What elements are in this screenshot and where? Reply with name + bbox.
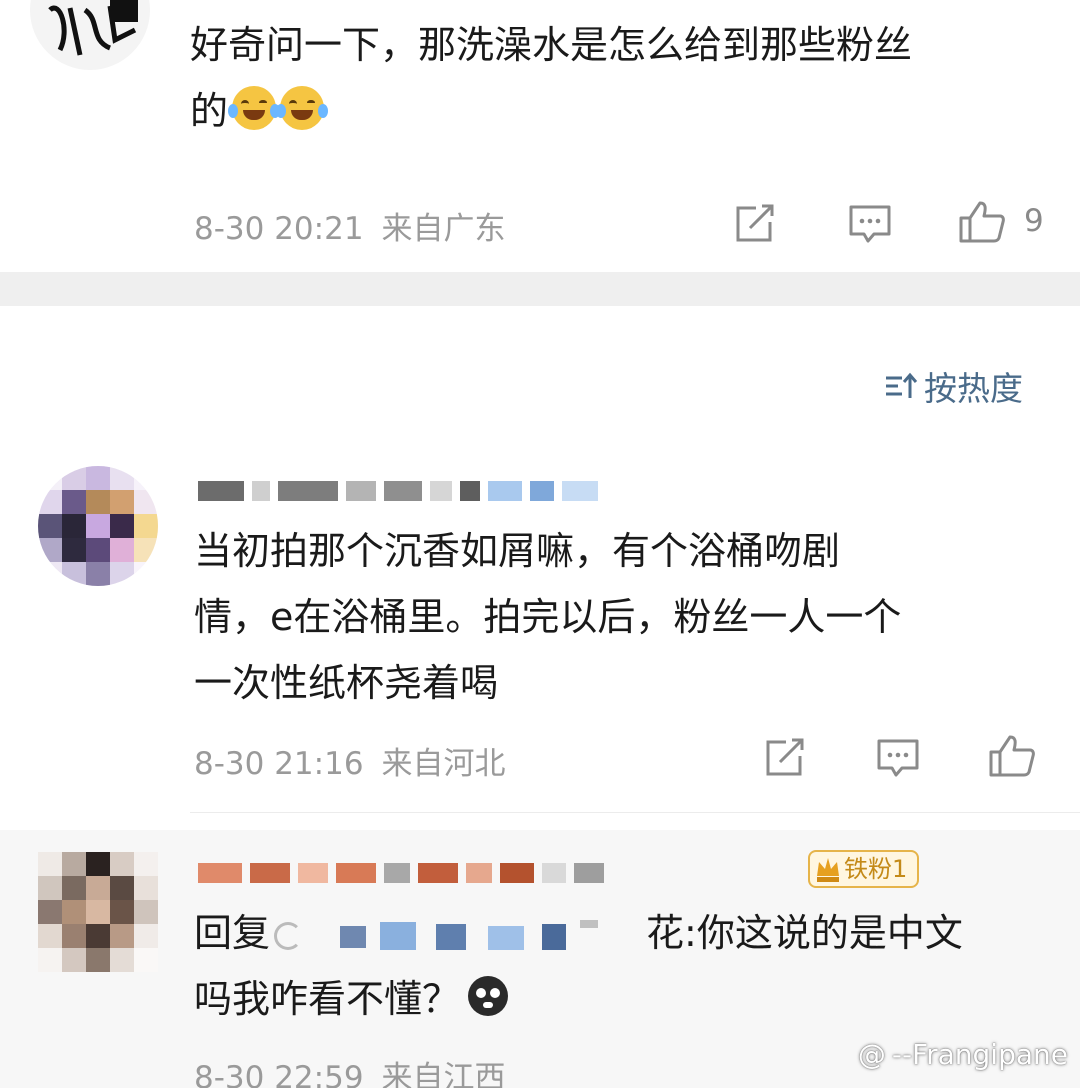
thumbs-up-icon [989,735,1035,777]
sort-toggle[interactable]: 按热度 [884,362,1023,410]
comment-button[interactable] [848,204,892,244]
sort-icon [884,369,918,408]
avatar[interactable] [38,466,158,586]
thumbs-up-icon [959,201,1005,243]
comment-meta: 8-30 20:21 来自广东 [194,203,506,248]
pixelated-avatar-image [38,852,158,972]
comment-line: 回复 花:你这说的是中文 [194,911,963,955]
comment-text: 好奇问一下，那洗澡水是怎么给到那些粉丝 的 [190,12,1050,144]
avatar-calligraphy-icon [40,0,140,60]
avatar[interactable] [38,852,158,972]
avatar[interactable] [30,0,150,70]
fan-level-badge: 铁粉1 [808,850,920,888]
comment-icon [877,739,919,777]
comment-line: 的 [190,78,1050,144]
comment-button[interactable] [876,738,920,778]
like-button[interactable] [958,200,1006,244]
comment-text: 当初拍那个沉香如屑嘛，有个浴桶吻剧 情，e在浴桶里。拍完以后，粉丝一人一个 一次… [194,518,1054,716]
comment-icon [849,205,891,243]
crown-icon [814,854,842,884]
section-divider [0,272,1080,306]
laugh-cry-emoji-icon [228,86,281,130]
timestamp: 8-30 20:21 [194,211,364,247]
comment-divider [190,812,1080,813]
timestamp: 8-30 21:16 [194,746,364,782]
comment-line: 一次性纸杯尧着喝 [194,661,499,705]
share-icon [766,738,804,776]
comment-line: 情，e在浴桶里。拍完以后，粉丝一人一个 [194,595,902,639]
crying-face-emoji-icon [468,976,509,1016]
comment-text: 回复 花:你这说的是中文 吗我咋看不懂？ [194,900,1054,1032]
laugh-cry-emoji-icon [276,86,329,130]
username-redacted[interactable] [198,862,612,886]
comment-line: 当初拍那个沉香如屑嘛，有个浴桶吻剧 [194,529,841,573]
reply-prefix: 回复 [194,911,271,955]
reply-target-tail[interactable]: 花 [646,911,684,955]
reply-target-redacted[interactable] [270,912,646,952]
comment-card-1: 好奇问一下，那洗澡水是怎么给到那些粉丝 的 8-30 20:21 来自广东 9 [0,0,1080,272]
pixelated-avatar-image [38,466,158,586]
watermark: @ --Frangipane [857,1038,1068,1071]
location: 来自河北 [381,746,506,782]
share-button[interactable] [734,204,776,244]
timestamp: 8-30 22:59 [194,1060,364,1088]
share-icon [736,204,774,242]
comment-line: 吗我咋看不懂？ [194,966,1054,1032]
comment-line: 好奇问一下，那洗澡水是怎么给到那些粉丝 [190,23,913,67]
location: 来自江西 [381,1060,506,1088]
like-button[interactable] [988,734,1036,778]
location: 来自广东 [381,211,506,247]
like-count: 9 [1024,203,1044,239]
sort-label: 按热度 [924,369,1023,408]
comment-meta: 8-30 22:59 来自江西 [194,1052,506,1088]
share-button[interactable] [764,738,806,778]
username-redacted[interactable] [198,480,606,504]
comment-meta: 8-30 21:16 来自河北 [194,738,506,783]
